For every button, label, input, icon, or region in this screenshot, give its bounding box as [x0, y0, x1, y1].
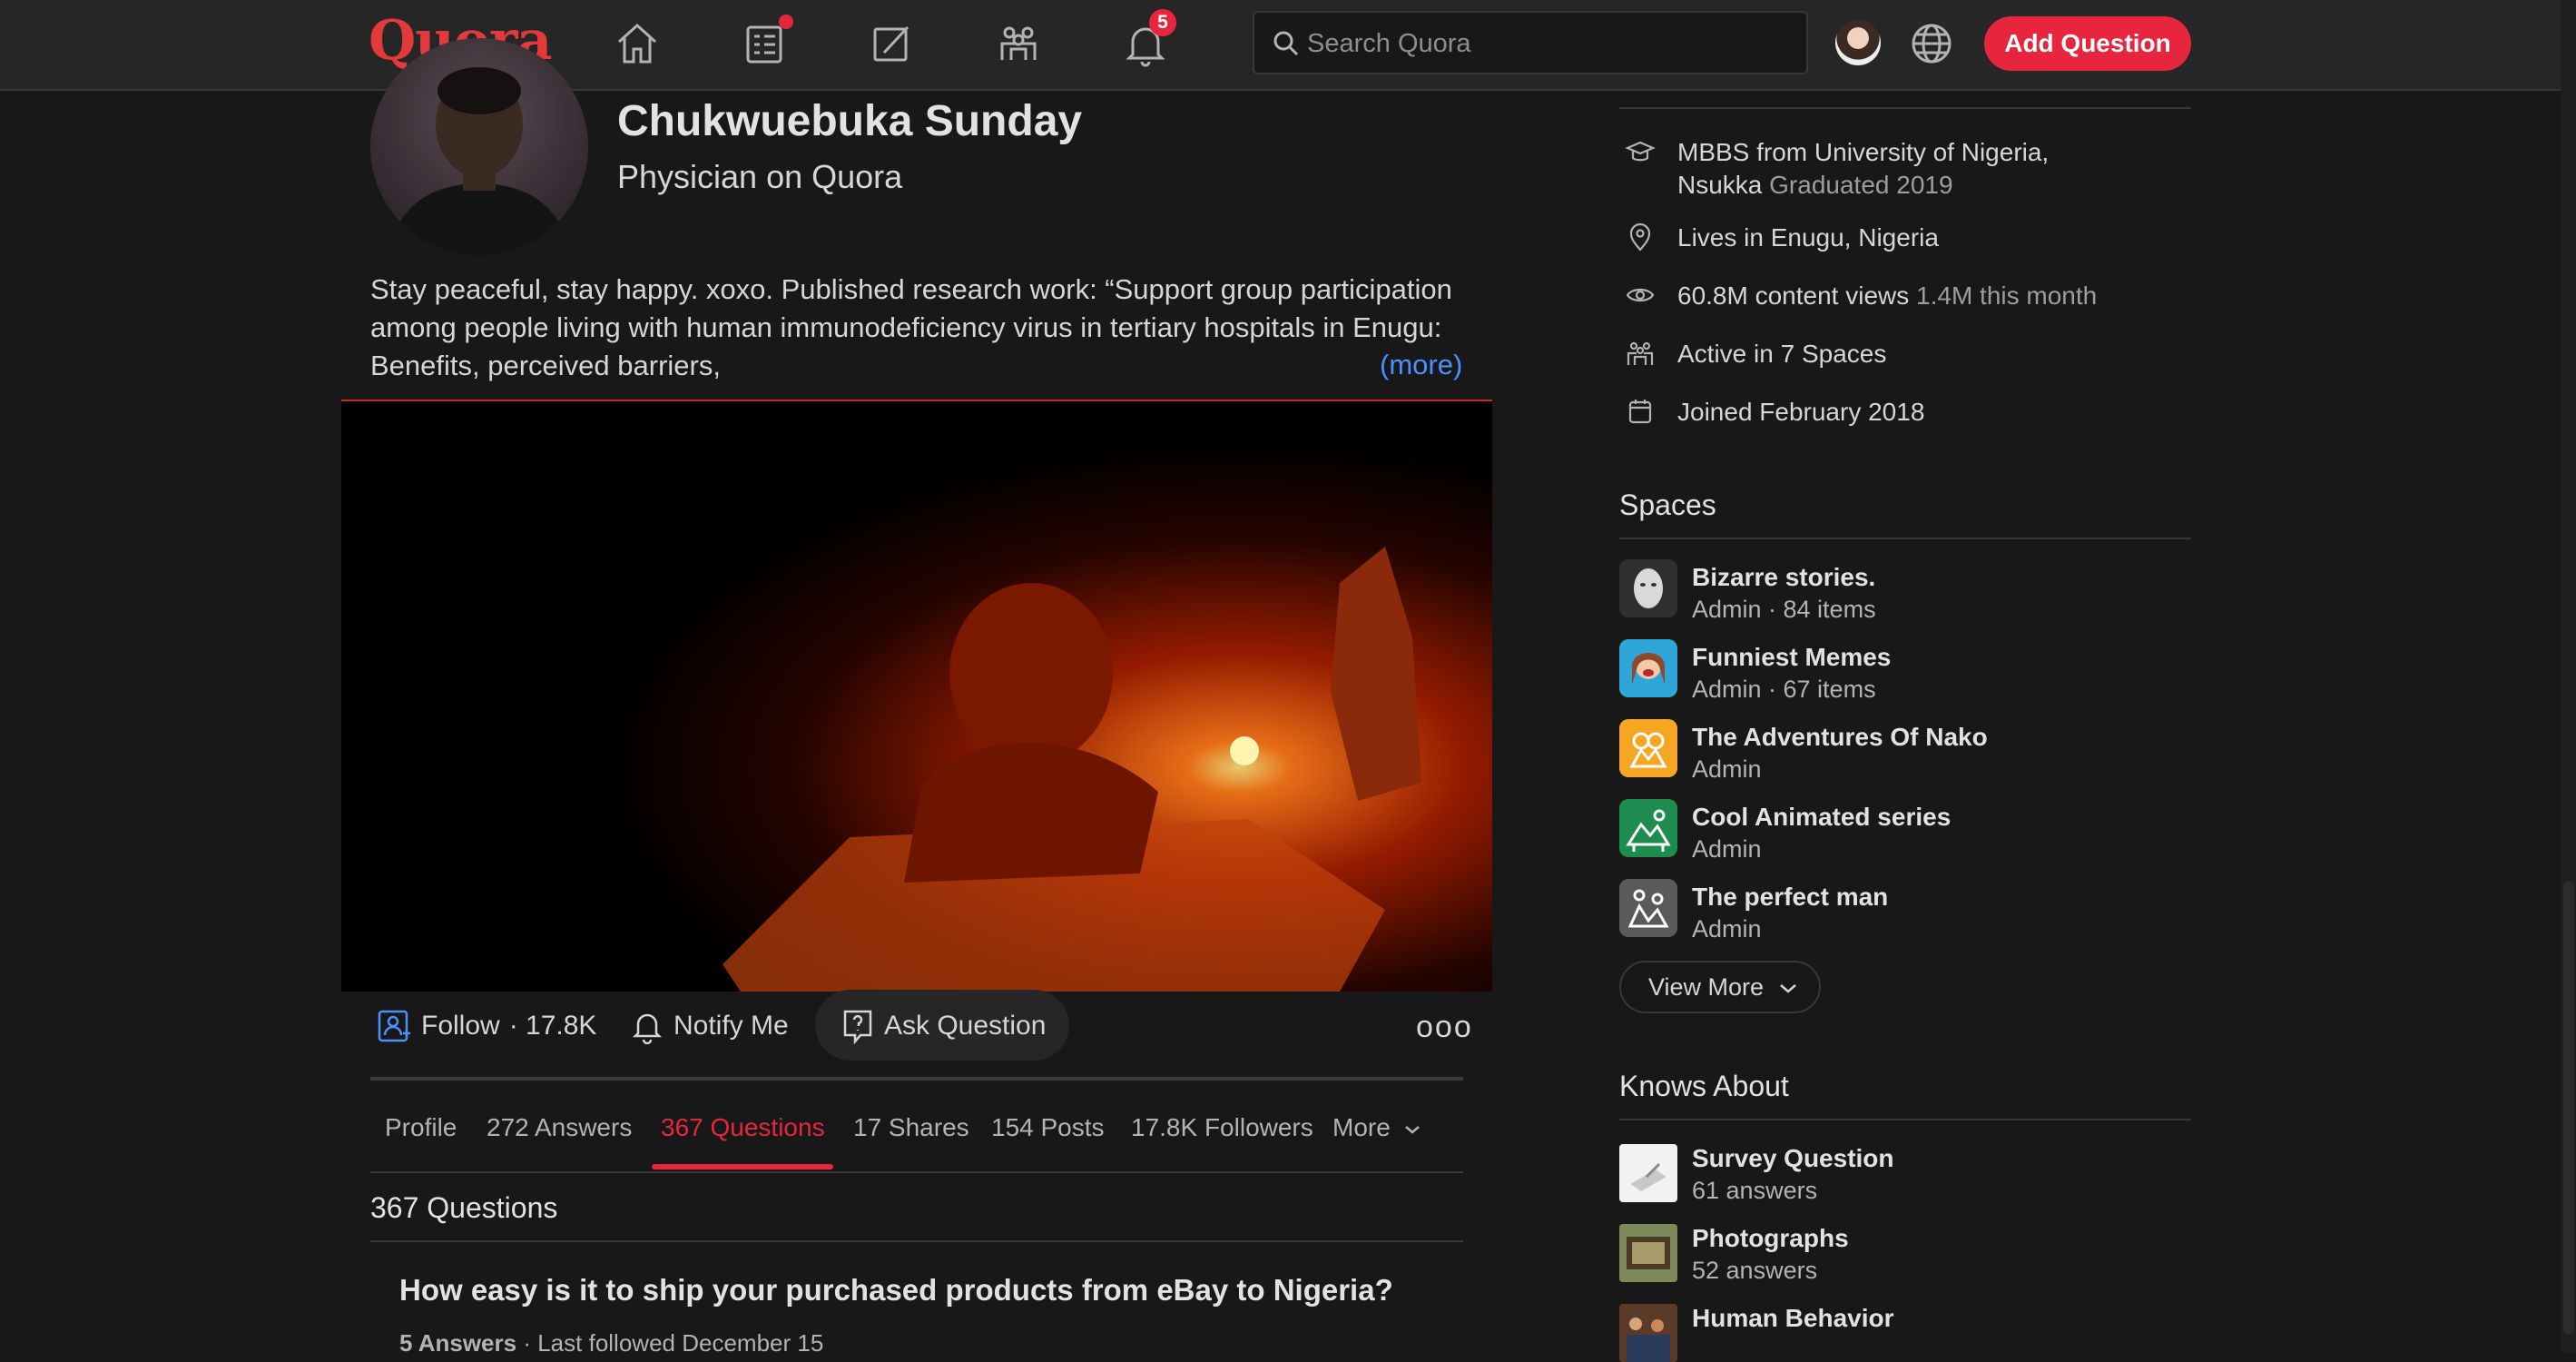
ask-question-button[interactable]: Ask Question: [841, 1008, 1046, 1044]
tab-profile[interactable]: Profile: [385, 1113, 457, 1142]
laughing-woman-icon[interactable]: [1619, 639, 1677, 697]
topic-sub: 61 answers: [1692, 1177, 1818, 1204]
spaces-credential: Active in 7 Spaces: [1677, 340, 1887, 368]
section-title: 367 Questions: [370, 1191, 558, 1224]
bell-icon: [632, 1013, 663, 1044]
chevron-down-icon: [1779, 983, 1796, 993]
space-sub: Admin · 67 items: [1692, 676, 1876, 703]
bio-more-link[interactable]: (more): [1380, 349, 1462, 381]
profile-credential: Physician on Quora: [617, 158, 903, 195]
tab-more-label: More: [1332, 1113, 1391, 1141]
views-month: 1.4M this month: [1916, 281, 2098, 310]
eye-icon: [1626, 288, 1655, 302]
more-options-icon[interactable]: ooo: [1416, 1010, 1473, 1045]
search-input[interactable]: [1305, 13, 1799, 74]
divider: [1619, 538, 2191, 539]
education-credential: MBBS from University of Nigeria, Nsukka …: [1621, 136, 2049, 202]
education-year: Graduated 2019: [1769, 171, 1953, 199]
education-line1: MBBS from University of Nigeria,: [1677, 138, 2050, 166]
adventure-icon[interactable]: [1619, 719, 1677, 777]
animated-scene-icon[interactable]: [1619, 799, 1677, 857]
answer-pencil-icon[interactable]: [864, 16, 919, 71]
survey-thumbnail[interactable]: [1619, 1144, 1677, 1202]
ask-label: Ask Question: [884, 1011, 1047, 1041]
search-icon: [1273, 31, 1299, 56]
question-meta: 5 Answers · Last followed December 15: [399, 1329, 823, 1357]
cover-photo: [341, 400, 1492, 992]
tab-posts[interactable]: 154 Posts: [991, 1113, 1105, 1142]
follow-person-icon: [378, 1010, 410, 1042]
follow-label: Follow: [421, 1011, 500, 1041]
views-credential: 60.8M content views 1.4M this month: [1677, 280, 2097, 312]
mask-face-icon[interactable]: [1619, 559, 1677, 617]
notifications-count-badge: 5: [1149, 9, 1176, 36]
space-sub: Admin: [1692, 835, 1762, 863]
location-pin-icon: [1629, 222, 1651, 252]
knows-about-heading: Knows About: [1619, 1070, 1789, 1102]
space-name[interactable]: The perfect man: [1692, 883, 1888, 912]
joined-credential: Joined February 2018: [1677, 398, 1925, 426]
tab-followers[interactable]: 17.8K Followers: [1131, 1113, 1313, 1142]
divider: [370, 1240, 1463, 1242]
spaces-people-icon[interactable]: [991, 16, 1046, 71]
human-behavior-thumbnail[interactable]: [1619, 1304, 1677, 1362]
divider: [370, 1077, 1463, 1081]
space-name[interactable]: Funniest Memes: [1692, 643, 1891, 672]
spaces-icon: [1627, 341, 1654, 365]
language-globe-icon[interactable]: [1904, 16, 1959, 71]
chevron-down-icon: [1404, 1125, 1420, 1134]
view-more-label: View More: [1648, 972, 1765, 1001]
feed-unread-dot: [779, 15, 793, 29]
tab-shares[interactable]: 17 Shares: [853, 1113, 969, 1142]
top-navigation-bar: Quora 5 Add Question: [0, 0, 2561, 91]
question-icon: [843, 1010, 872, 1044]
view-more-button[interactable]: View More: [1619, 961, 1821, 1013]
divider: [370, 1171, 1463, 1173]
notify-me-button[interactable]: Notify Me: [630, 1008, 789, 1044]
space-sub: Admin: [1692, 915, 1762, 943]
profile-bio: Stay peaceful, stay happy. xoxo. Publish…: [370, 273, 1452, 381]
divider: [1619, 1119, 2191, 1120]
active-tab-indicator: [652, 1164, 833, 1170]
add-question-button[interactable]: Add Question: [1984, 16, 2191, 71]
location-credential: Lives in Enugu, Nigeria: [1677, 223, 1939, 252]
tab-more[interactable]: More: [1332, 1113, 1421, 1142]
views-total: 60.8M content views: [1677, 281, 1910, 310]
user-avatar[interactable]: [1835, 20, 1881, 65]
profile-name: Chukwuebuka Sunday: [617, 97, 1083, 145]
space-name[interactable]: The Adventures Of Nako: [1692, 723, 1988, 752]
tab-answers[interactable]: 272 Answers: [487, 1113, 632, 1142]
scrollbar-thumb[interactable]: [2563, 881, 2574, 1335]
tab-questions[interactable]: 367 Questions: [661, 1113, 825, 1142]
space-sub: Admin · 84 items: [1692, 596, 1876, 623]
space-sub: Admin: [1692, 755, 1762, 783]
photographs-thumbnail[interactable]: [1619, 1224, 1677, 1282]
spaces-heading: Spaces: [1619, 489, 1716, 521]
follow-button[interactable]: Follow · 17.8K: [376, 1008, 596, 1044]
space-name[interactable]: Cool Animated series: [1692, 803, 1951, 832]
space-name[interactable]: Bizarre stories.: [1692, 563, 1875, 592]
topic-name[interactable]: Photographs: [1692, 1224, 1849, 1253]
education-line2: Nsukka: [1677, 171, 1763, 199]
search-box[interactable]: [1253, 11, 1808, 74]
calendar-icon: [1628, 400, 1652, 424]
topic-name[interactable]: Human Behavior: [1692, 1304, 1894, 1333]
home-icon[interactable]: [610, 16, 664, 71]
people-scene-icon[interactable]: [1619, 879, 1677, 937]
topic-sub: 52 answers: [1692, 1257, 1818, 1284]
follower-count: · 17.8K: [508, 1011, 597, 1041]
profile-photo[interactable]: [370, 38, 588, 256]
topic-name[interactable]: Survey Question: [1692, 1144, 1894, 1173]
divider: [1619, 107, 2191, 109]
notify-label: Notify Me: [673, 1011, 789, 1041]
question-title[interactable]: How easy is it to ship your purchased pr…: [399, 1273, 1393, 1308]
